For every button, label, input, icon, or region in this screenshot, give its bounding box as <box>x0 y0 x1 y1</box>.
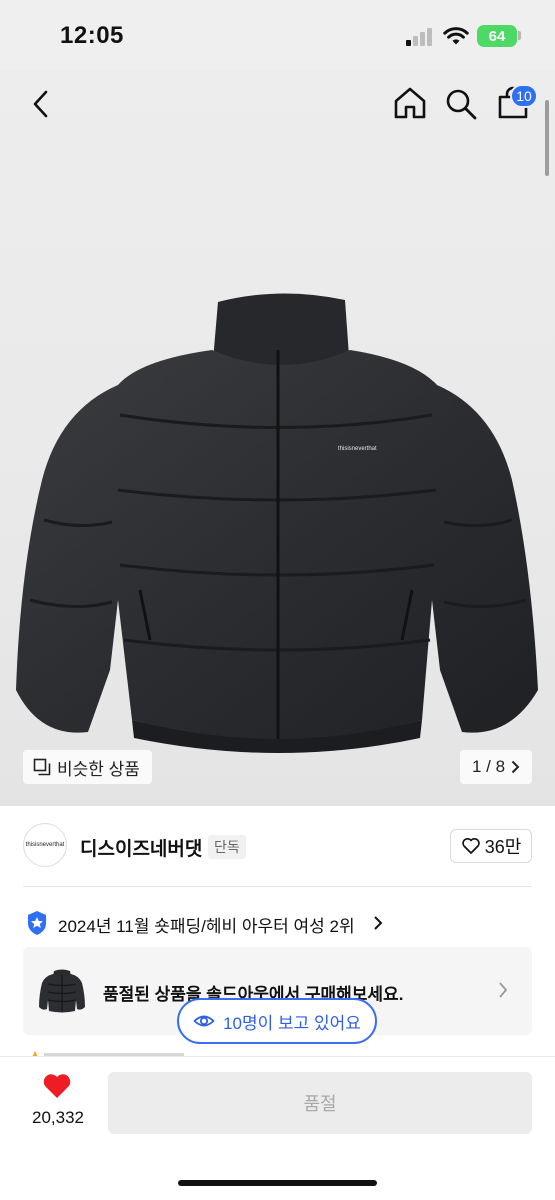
brand-name[interactable]: 디스이즈네버댓 <box>80 834 202 861</box>
ranking-link[interactable]: 2024년 11월 숏패딩/헤비 아우터 여성 2위 <box>58 912 355 937</box>
product-thumbnail <box>39 969 85 1013</box>
similar-products-label: 비슷한 상품 <box>57 759 140 779</box>
similar-items-icon <box>33 758 51 776</box>
wifi-icon <box>443 27 469 45</box>
status-bar: 12:05 64 <box>0 0 555 70</box>
battery-indicator: 64 <box>477 25 517 47</box>
viewers-count-text: 10명이 보고 있어요 <box>223 1013 361 1033</box>
home-icon[interactable] <box>393 86 427 120</box>
gallery-page-text: 1 / 8 <box>471 757 506 776</box>
chevron-right-icon <box>511 760 520 774</box>
chevron-right-icon <box>374 916 383 930</box>
search-icon[interactable] <box>444 87 478 121</box>
heart-outline-icon <box>461 837 480 854</box>
brand-logo-text: thisisneverthat <box>25 842 65 848</box>
brand-like-count: 36만 <box>484 837 522 857</box>
cellular-signal-icon <box>406 28 434 46</box>
status-time: 12:05 <box>60 22 124 49</box>
eye-icon <box>193 1015 215 1027</box>
exclusive-badge: 단독 <box>208 835 246 859</box>
purchase-button-soldout[interactable]: 품절 <box>108 1072 532 1134</box>
back-chevron-icon[interactable] <box>28 88 54 120</box>
page-scrollbar[interactable] <box>545 100 549 176</box>
product-image-gallery[interactable]: thisisneverthat 비슷한 상품 1 / 8 <box>0 70 555 806</box>
cart-count-badge: 10 <box>510 84 538 108</box>
brand-like-button[interactable]: 36만 <box>450 829 532 863</box>
ranking-badge-icon <box>28 911 46 935</box>
battery-nub <box>518 31 521 40</box>
viewers-count-pill: 10명이 보고 있어요 <box>177 998 377 1044</box>
jacket-brand-print: thisisneverthat <box>338 446 377 452</box>
section-divider <box>23 886 532 887</box>
gallery-page-indicator[interactable]: 1 / 8 <box>460 750 532 784</box>
wishlist-count: 20,332 <box>32 1108 84 1127</box>
chevron-right-icon <box>499 982 508 998</box>
heart-filled-icon[interactable] <box>42 1072 72 1100</box>
brand-logo[interactable]: thisisneverthat <box>23 823 67 867</box>
similar-products-button[interactable]: 비슷한 상품 <box>23 750 152 784</box>
home-indicator[interactable] <box>178 1180 377 1186</box>
product-image-jacket: thisisneverthat <box>16 293 538 753</box>
